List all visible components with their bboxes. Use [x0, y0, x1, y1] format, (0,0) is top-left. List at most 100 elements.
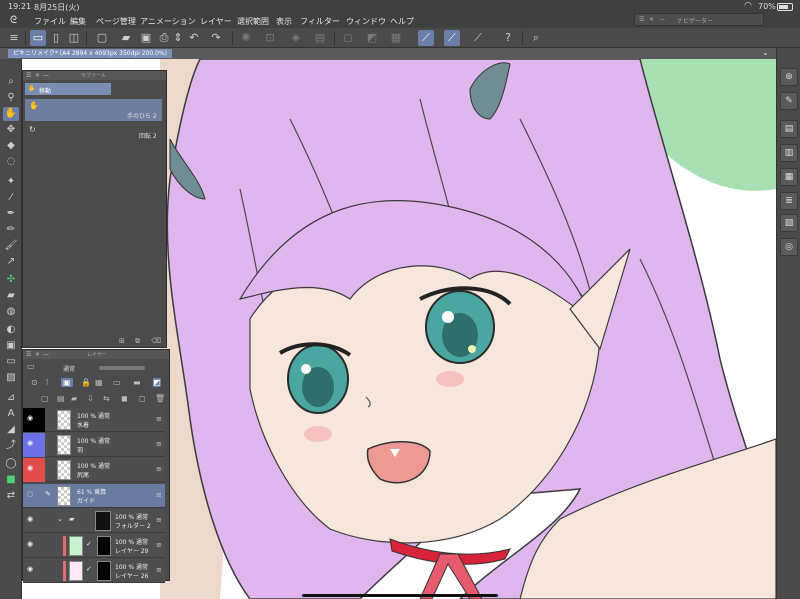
open-folder-icon[interactable]: ▰ — [118, 30, 134, 46]
correct-line-icon[interactable]: ⤴ — [3, 439, 19, 453]
layer-menu-icon[interactable]: ≡ — [156, 415, 162, 423]
menu-layer[interactable]: レイヤー — [200, 16, 232, 27]
lock-icon[interactable]: 🔒 — [81, 378, 91, 387]
layout-icon[interactable]: ◫ — [66, 30, 82, 46]
help-icon[interactable]: ? — [500, 30, 516, 46]
speech-icon[interactable]: ◯ — [3, 457, 19, 471]
new-file-icon[interactable]: ▢ — [94, 30, 110, 46]
snap-special-ruler-icon[interactable]: ⟋ — [444, 30, 460, 46]
menu-edit[interactable]: 編集 — [70, 16, 86, 27]
close-icon[interactable]: ✕ — [35, 351, 40, 358]
menu-file[interactable]: ファイル — [34, 16, 66, 27]
layer-menu-icon[interactable]: ≡ — [156, 566, 162, 574]
panel-grip-icon[interactable]: ☰ — [26, 351, 31, 358]
layer-menu-icon[interactable]: ▭ — [27, 362, 35, 371]
navigator-panel-header[interactable]: ☰ ✕ — ナビゲーター — [634, 13, 764, 26]
app-logo-icon[interactable]: ᘓ — [10, 15, 17, 26]
new-raster-layer-icon[interactable]: ▢ — [41, 394, 49, 403]
reference-icon[interactable]: ⊙ — [31, 378, 38, 387]
tool-property-icon[interactable]: ✎ — [780, 92, 798, 110]
undo-icon[interactable]: ↶ — [186, 30, 202, 46]
pencil-icon[interactable]: ✏ — [3, 223, 19, 237]
blend-icon[interactable]: ◍ — [3, 305, 19, 319]
blend-mode-select[interactable]: 通常 — [63, 364, 75, 373]
menu-window[interactable]: ウィンドウ — [346, 16, 386, 27]
swap-color-icon[interactable]: ⇄ — [3, 489, 19, 503]
figure-icon[interactable]: ▭ — [3, 355, 19, 369]
close-icon[interactable]: ✕ — [35, 72, 40, 79]
info-icon[interactable]: ◎ — [780, 238, 798, 256]
apply-mask-icon[interactable]: ◻ — [139, 394, 146, 403]
minimize-icon[interactable]: — — [43, 351, 49, 358]
visibility-eye-icon[interactable]: ◉ — [27, 464, 33, 472]
new-vector-layer-icon[interactable]: ▤ — [57, 394, 65, 403]
redo-icon[interactable]: ↷ — [208, 30, 224, 46]
eyedropper-icon[interactable]: ⁄ — [3, 191, 19, 205]
chevron-down-icon[interactable]: ⌄ — [762, 48, 769, 57]
subtool-item-hand[interactable]: ✋ 手のひら 2 — [25, 99, 162, 121]
layer-color-icon[interactable]: ◩ — [153, 378, 161, 387]
frame-icon[interactable]: ▨ — [3, 371, 19, 385]
panel-grip-icon[interactable]: ☰ — [639, 16, 644, 23]
layer-menu-icon[interactable]: ≡ — [156, 440, 162, 448]
lock-transparent-icon[interactable]: ▦ — [95, 378, 103, 387]
history-icon[interactable]: ≣ — [780, 192, 798, 210]
eraser-icon[interactable]: ▰ — [3, 289, 19, 303]
delete-layer-icon[interactable]: 🗑 — [155, 394, 165, 403]
delete-subtool-icon[interactable]: ⌫ — [151, 337, 161, 345]
merge-down-icon[interactable]: ⇩ — [87, 394, 94, 403]
invert-selection-icon[interactable]: ◩ — [364, 30, 380, 46]
sidebar-icon[interactable]: ▯ — [48, 30, 64, 46]
transform-icon[interactable]: ▤ — [312, 30, 328, 46]
decoration-icon[interactable]: ✣ — [3, 273, 19, 287]
clip-icon[interactable]: ▣ — [61, 378, 73, 387]
close-icon[interactable]: ✕ — [649, 16, 654, 23]
panel-grip-icon[interactable]: ☰ — [26, 72, 31, 79]
material-icon[interactable]: ▦ — [780, 168, 798, 186]
main-color-swatch-icon[interactable]: ■ — [3, 473, 19, 487]
duplicate-layer-icon[interactable]: ⇆ — [103, 394, 110, 403]
visibility-eye-icon[interactable]: ◉ — [27, 515, 33, 523]
menu-selection[interactable]: 選択範囲 — [237, 16, 269, 27]
fill-icon[interactable]: ◈ — [288, 30, 304, 46]
add-subtool-icon[interactable]: ⊞ — [119, 337, 125, 345]
lasso-icon[interactable]: ◌ — [3, 155, 19, 169]
hand-tool-icon[interactable]: ✋ — [3, 107, 19, 121]
palette-color-icon[interactable]: ▬ — [133, 378, 141, 387]
select-all-icon[interactable]: ▦ — [388, 30, 404, 46]
layer-row[interactable]: ◉ ✓ 100 % 通常 レイヤー 26 ≡ — [23, 559, 165, 583]
layer-row[interactable]: ◉ 100 % 通常 水着 ≡ — [23, 408, 165, 432]
subtool-item-rotate[interactable]: ↻ 回転 2 — [25, 123, 162, 141]
layer-row[interactable]: ◉ ✓ 100 % 通常 レイヤー 29 ≡ — [23, 534, 165, 558]
hamburger-icon[interactable]: ≡ — [6, 30, 22, 46]
snap-grid-icon[interactable]: ⟋ — [470, 30, 486, 46]
layer-row-folder[interactable]: ◉ ⌄ ▰ 100 % 通常 フォルダー 2 ≡ — [23, 509, 165, 533]
layer-menu-icon[interactable]: ≡ — [156, 516, 162, 524]
search-icon[interactable]: ⌕ — [528, 30, 544, 46]
color-set-icon[interactable]: ▥ — [780, 144, 798, 162]
visibility-eye-icon[interactable]: ◉ — [27, 414, 33, 422]
balloon-icon[interactable]: ◢ — [3, 423, 19, 437]
clear-outside-icon[interactable]: ⊡ — [262, 30, 278, 46]
menu-view[interactable]: 表示 — [276, 16, 292, 27]
opacity-slider[interactable] — [99, 366, 145, 370]
visibility-eye-icon[interactable]: ◉ — [27, 439, 33, 447]
mask-layer-icon[interactable]: ◼ — [121, 394, 128, 403]
subtool-panel-header[interactable]: ☰ ✕ — サブツール — [23, 71, 166, 80]
move-tool-icon[interactable]: ✥ — [3, 123, 19, 137]
layer-menu-icon[interactable]: ≡ — [156, 541, 162, 549]
minimize-icon[interactable]: — — [659, 16, 665, 23]
auto-action-icon[interactable]: ▧ — [780, 214, 798, 232]
save-icon[interactable]: ▣ — [138, 30, 154, 46]
stepper-icon[interactable]: ⇕ — [170, 30, 186, 46]
menu-page[interactable]: ページ管理 — [96, 16, 136, 27]
layer-row-selected[interactable]: ○ ✎ 61 % 乗算 ガイド ≡ — [23, 484, 165, 508]
layer-row[interactable]: ◉ 100 % 通常 尻尾 ≡ — [23, 458, 165, 482]
layer-menu-icon[interactable]: ≡ — [156, 491, 162, 499]
magic-wand-icon[interactable]: ✦ — [3, 175, 19, 189]
pen-icon[interactable]: ✒ — [3, 207, 19, 221]
zoom-icon[interactable]: ⌕ — [3, 75, 19, 89]
visibility-eye-icon[interactable]: ○ — [27, 490, 33, 498]
chevron-down-icon[interactable]: ⌄ — [57, 515, 63, 523]
airbrush-icon[interactable]: ↗ — [3, 255, 19, 269]
